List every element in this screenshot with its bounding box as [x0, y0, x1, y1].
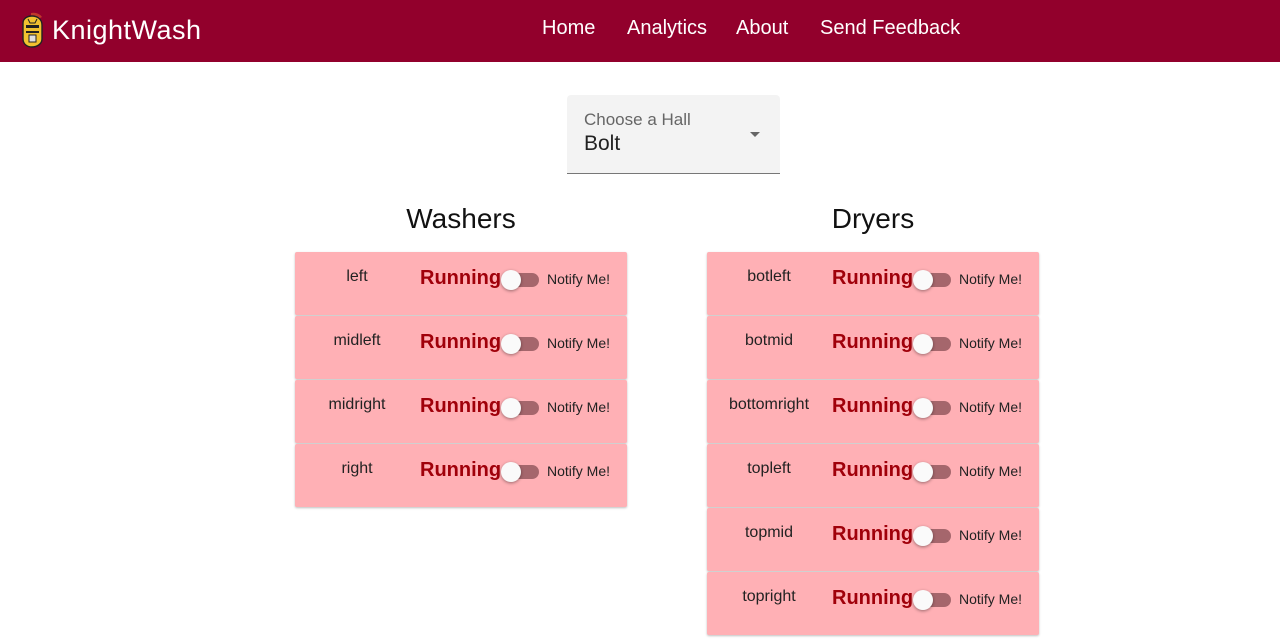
notify-toggle[interactable] [501, 270, 541, 290]
notify-toggle[interactable] [913, 526, 953, 546]
toggle-thumb [501, 462, 521, 482]
toggle-thumb [913, 334, 933, 354]
dryer-card: botmid Running Notify Me! [707, 316, 1039, 379]
machine-name: left [346, 268, 368, 285]
machine-status: Running [420, 459, 502, 481]
dryers-list: botleft Running Notify Me! botmid Runnin… [707, 252, 1039, 636]
washers-heading: Washers [406, 203, 516, 234]
top-navbar: KnightWash Home Analytics About Send Fee… [0, 0, 1280, 62]
machine-status: Running [420, 331, 502, 353]
dryer-card: bottomright Running Notify Me! [707, 380, 1039, 443]
notify-toggle[interactable] [913, 334, 953, 354]
notify-toggle[interactable] [913, 462, 953, 482]
notify-label: Notify Me! [959, 591, 1023, 607]
notify-label: Notify Me! [959, 271, 1023, 287]
toggle-thumb [501, 270, 521, 290]
machine-name: topmid [744, 524, 794, 541]
hall-select[interactable]: Choose a Hall Bolt [567, 95, 780, 174]
hall-select-value: Bolt [584, 132, 621, 155]
machine-name: botleft [747, 268, 791, 285]
machine-status: Running [420, 395, 502, 417]
machine-name: topright [742, 588, 796, 605]
notify-toggle[interactable] [501, 462, 541, 482]
toggle-thumb [913, 270, 933, 290]
machine-name: topleft [747, 460, 791, 477]
washer-card: midleft Running Notify Me! [295, 316, 627, 379]
machine-status: Running [832, 587, 914, 609]
toggle-thumb [501, 334, 521, 354]
toggle-thumb [913, 462, 933, 482]
notify-label: Notify Me! [959, 399, 1023, 415]
machine-status: Running [832, 523, 914, 545]
nav-send-feedback[interactable]: Send Feedback [820, 17, 960, 40]
toggle-thumb [913, 590, 933, 610]
notify-label: Notify Me! [959, 335, 1023, 351]
machine-status: Running [832, 395, 914, 417]
nav-about[interactable]: About [736, 17, 788, 40]
chevron-down-icon [750, 132, 760, 137]
washer-card: midright Running Notify Me! [295, 380, 627, 443]
machine-status: Running [832, 331, 914, 353]
notify-toggle[interactable] [913, 398, 953, 418]
notify-label: Notify Me! [959, 463, 1023, 479]
notify-label: Notify Me! [547, 463, 611, 479]
nav-home[interactable]: Home [542, 17, 595, 40]
notify-label: Notify Me! [547, 335, 611, 351]
machine-status: Running [832, 459, 914, 481]
toggle-thumb [913, 526, 933, 546]
machine-status: Running [832, 267, 914, 289]
dryer-card: topleft Running Notify Me! [707, 444, 1039, 507]
dryer-card: topmid Running Notify Me! [707, 508, 1039, 571]
notify-toggle[interactable] [501, 398, 541, 418]
notify-toggle[interactable] [501, 334, 541, 354]
machine-name: bottomright [728, 396, 810, 413]
nav-analytics[interactable]: Analytics [627, 17, 707, 40]
toggle-thumb [501, 398, 521, 418]
machine-name: right [341, 460, 373, 477]
notify-label: Notify Me! [959, 527, 1023, 543]
notify-label: Notify Me! [547, 271, 611, 287]
notify-toggle[interactable] [913, 590, 953, 610]
dryer-card: topright Running Notify Me! [707, 572, 1039, 635]
main-nav: Home Analytics About Send Feedback [0, 0, 1280, 62]
dryers-heading: Dryers [831, 203, 915, 234]
hall-select-label: Choose a Hall [584, 110, 691, 129]
notify-toggle[interactable] [913, 270, 953, 290]
toggle-thumb [913, 398, 933, 418]
dryer-card: botleft Running Notify Me! [707, 252, 1039, 315]
washer-card: right Running Notify Me! [295, 444, 627, 507]
washer-card: left Running Notify Me! [295, 252, 627, 315]
washers-list: left Running Notify Me! midleft Running … [295, 252, 627, 508]
machine-name: midleft [333, 332, 381, 349]
machine-name: midright [328, 396, 386, 413]
machine-status: Running [420, 267, 502, 289]
notify-label: Notify Me! [547, 399, 611, 415]
machine-name: botmid [744, 332, 794, 349]
